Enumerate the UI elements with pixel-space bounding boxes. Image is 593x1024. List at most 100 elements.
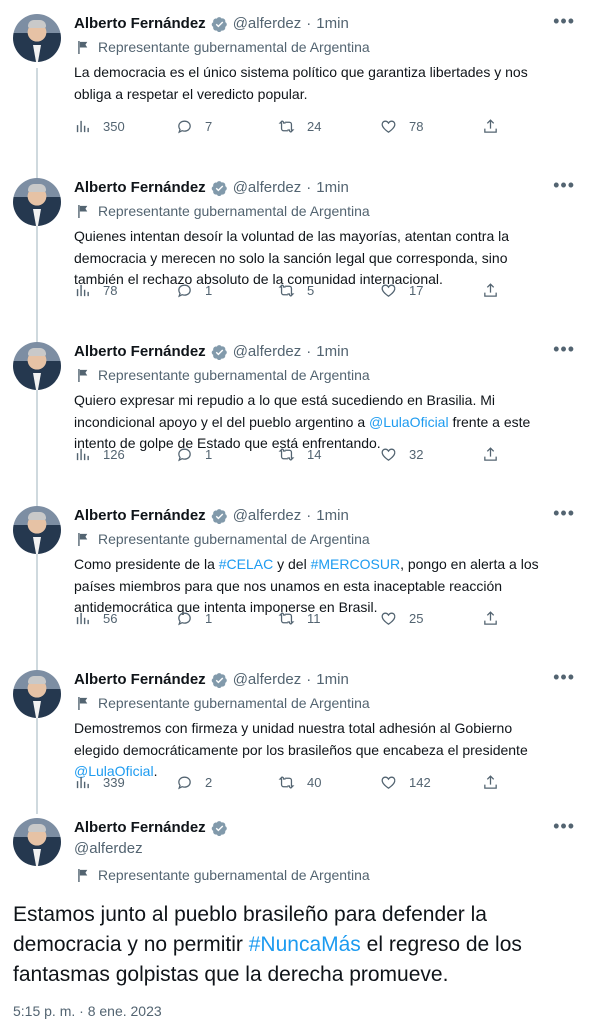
retweet-button[interactable]: 24 [278,118,380,135]
affiliation-text: Representante gubernamental de Argentina [98,367,370,383]
author-name[interactable]: Alberto Fernández [74,178,206,198]
views-icon [76,284,89,297]
retweet-button[interactable]: 5 [278,282,380,299]
retweet-count: 40 [307,775,322,790]
like-button[interactable]: 32 [380,446,482,463]
hashtag-link[interactable]: #MERCOSUR [311,556,400,572]
views-icon [76,448,89,461]
avatar[interactable] [13,178,61,226]
views-count: 56 [103,611,118,626]
retweet-button[interactable]: 14 [278,446,380,463]
author-name[interactable]: Alberto Fernández [74,14,206,34]
avatar[interactable] [13,506,61,554]
tweet-time[interactable]: 1min [316,342,349,362]
tweet-time[interactable]: 1min [316,506,349,526]
reply-icon [178,284,191,298]
more-options-icon[interactable]: ••• [553,817,575,835]
share-button[interactable] [482,610,499,627]
thread-tweet[interactable]: Alberto Fernández @alferdez · 1min ••• R… [0,328,593,492]
avatar[interactable] [13,670,61,718]
tweet-timestamp[interactable]: 5:15 p. m. · 8 ene. 2023 [13,1003,162,1019]
like-button[interactable]: 78 [380,118,482,135]
affiliation-text: Representante gubernamental de Argentina [98,695,370,711]
author-handle[interactable]: @alferdez [233,342,302,362]
reply-button[interactable]: 1 [176,446,278,463]
views-button[interactable]: 350 [74,118,176,135]
thread-tweet[interactable]: Alberto Fernández @alferdez · 1min ••• R… [0,492,593,656]
government-flag-icon [78,868,90,882]
views-count: 126 [103,447,125,462]
share-button[interactable] [482,118,499,135]
mention-link[interactable]: @LulaOficial [369,414,449,430]
separator-dot: · [306,15,312,32]
thread-tweet[interactable]: Alberto Fernández @alferdez · 1min ••• R… [0,0,593,164]
reply-button[interactable]: 2 [176,774,278,791]
tweet-header: Alberto Fernández @alferdez · 1min [74,14,349,34]
more-options-icon[interactable]: ••• [553,340,575,358]
like-button[interactable]: 25 [380,610,482,627]
tweet-text-fragment: y del [273,556,311,572]
retweet-button[interactable]: 40 [278,774,380,791]
more-options-icon[interactable]: ••• [553,12,575,30]
share-icon [484,775,497,789]
views-button[interactable]: 78 [74,282,176,299]
like-button[interactable]: 17 [380,282,482,299]
verified-badge-icon [211,820,228,837]
author-name[interactable]: Alberto Fernández [74,506,206,526]
thread-tweet[interactable]: Alberto Fernández @alferdez · 1min ••• R… [0,164,593,328]
reply-button[interactable]: 7 [176,118,278,135]
views-count: 350 [103,119,125,134]
author-handle[interactable]: @alferdez [233,178,302,198]
tweet-time[interactable]: 1min [316,670,349,690]
share-button[interactable] [482,446,499,463]
author-handle[interactable]: @alferdez [233,670,302,690]
author-handle[interactable]: @alferdez [233,506,302,526]
tweet-line: elegido democráticamente por los brasile… [74,741,528,758]
author-name[interactable]: Alberto Fernández [74,670,206,690]
tweet-actions: 78 1 5 17 [74,282,504,299]
like-count: 25 [409,611,424,626]
like-button[interactable]: 142 [380,774,482,791]
hashtag-link[interactable]: #NuncaMás [249,933,361,956]
tweet-line: países miembros para que nos unamos en e… [74,577,503,594]
tweet-text-fragment: frente a este [448,413,531,430]
verified-badge-icon [211,672,228,689]
views-button[interactable]: 126 [74,446,176,463]
separator-dot: · [306,179,312,196]
reply-icon [178,120,191,134]
avatar[interactable] [13,14,61,62]
views-button[interactable]: 56 [74,610,176,627]
avatar[interactable] [13,342,61,390]
author-handle[interactable]: @alferdez [233,14,302,34]
affiliation-label: Representante gubernamental de Argentina [78,202,370,220]
share-button[interactable] [482,774,499,791]
share-icon [484,447,497,461]
avatar[interactable] [13,818,61,866]
more-options-icon[interactable]: ••• [553,504,575,522]
retweet-button[interactable]: 11 [278,610,380,627]
affiliation-label: Representante gubernamental de Argentina [78,866,370,884]
government-flag-icon [78,204,90,218]
author-name[interactable]: Alberto Fernández [74,342,206,362]
retweet-icon [278,776,295,789]
main-tweet[interactable]: Alberto Fernández ••• @alferdez Represen… [0,812,593,1024]
author-name[interactable]: Alberto Fernández [74,818,206,838]
affiliation-text: Representante gubernamental de Argentina [98,203,370,219]
tweet-header: Alberto Fernández @alferdez · 1min [74,178,349,198]
reply-button[interactable]: 1 [176,610,278,627]
more-options-icon[interactable]: ••• [553,668,575,686]
share-button[interactable] [482,282,499,299]
hashtag-link[interactable]: #CELAC [219,556,273,572]
reply-count: 1 [205,283,213,298]
retweet-icon [278,120,295,133]
author-handle[interactable]: @alferdez [74,840,143,857]
tweet-time[interactable]: 1min [316,14,349,34]
tweet-text: Como presidente de la #CELAC y del #MERC… [74,554,574,619]
share-icon [484,611,497,625]
reply-button[interactable]: 1 [176,282,278,299]
thread-tweet[interactable]: Alberto Fernández @alferdez · 1min ••• R… [0,656,593,820]
tweet-time[interactable]: 1min [316,178,349,198]
tweet-actions: 339 2 40 142 [74,774,504,791]
views-button[interactable]: 339 [74,774,176,791]
more-options-icon[interactable]: ••• [553,176,575,194]
